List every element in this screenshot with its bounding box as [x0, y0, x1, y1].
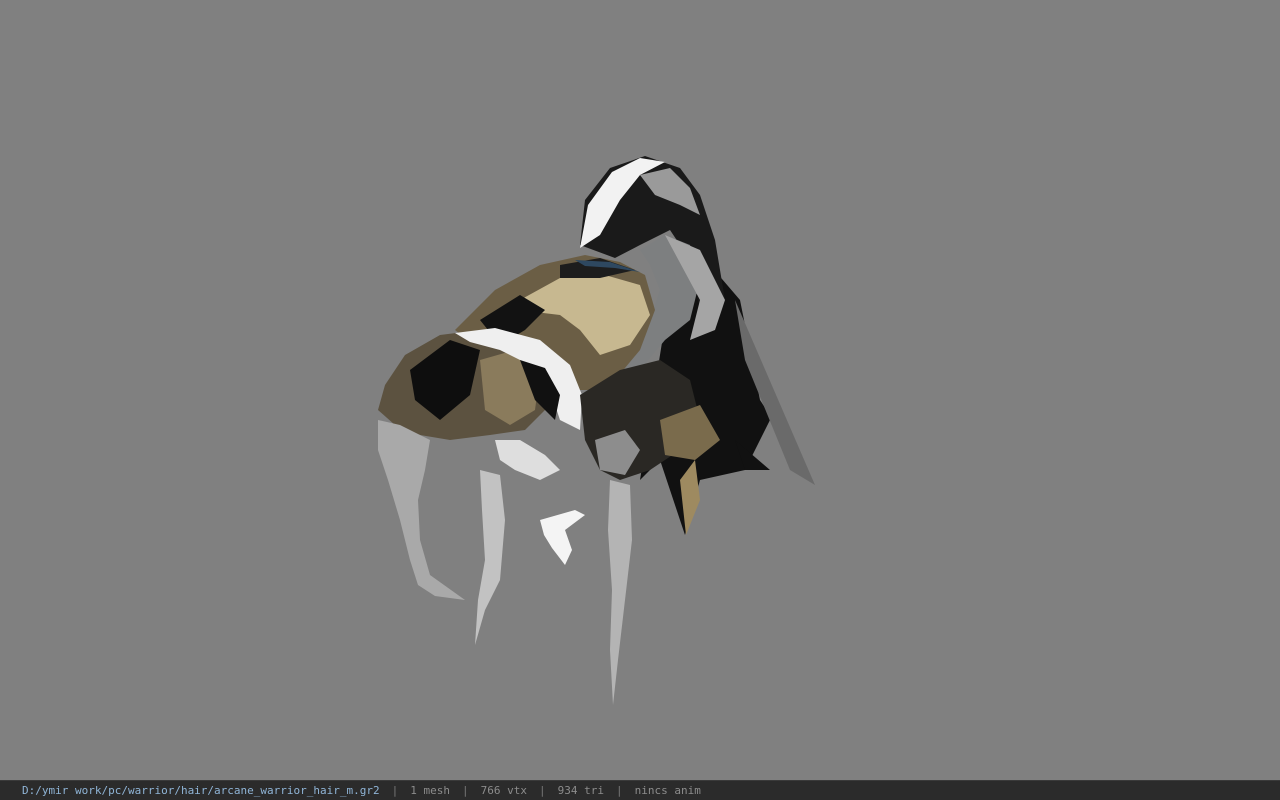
3d-viewport[interactable]: [0, 0, 1280, 780]
hair-fringe-light: [495, 440, 560, 480]
separator: |: [538, 784, 546, 797]
animation-status: nincs anim: [634, 784, 701, 797]
triangle-count: 934 tri: [557, 784, 604, 797]
hair-strand-mid: [475, 470, 505, 645]
status-bar: D:/ymir work/pc/warrior/hair/arcane_warr…: [0, 780, 1280, 800]
hair-curl-white: [540, 510, 585, 565]
separator: |: [462, 784, 469, 797]
separator: |: [391, 784, 399, 797]
hair-strand-long: [608, 480, 632, 705]
hair-strand-left: [378, 420, 465, 600]
separator: |: [615, 784, 623, 797]
mesh-count: 1 mesh: [410, 784, 450, 797]
hair-model: [378, 156, 815, 705]
file-path: D:/ymir work/pc/warrior/hair/arcane_warr…: [22, 784, 380, 797]
vertex-count: 766 vtx: [480, 784, 527, 797]
